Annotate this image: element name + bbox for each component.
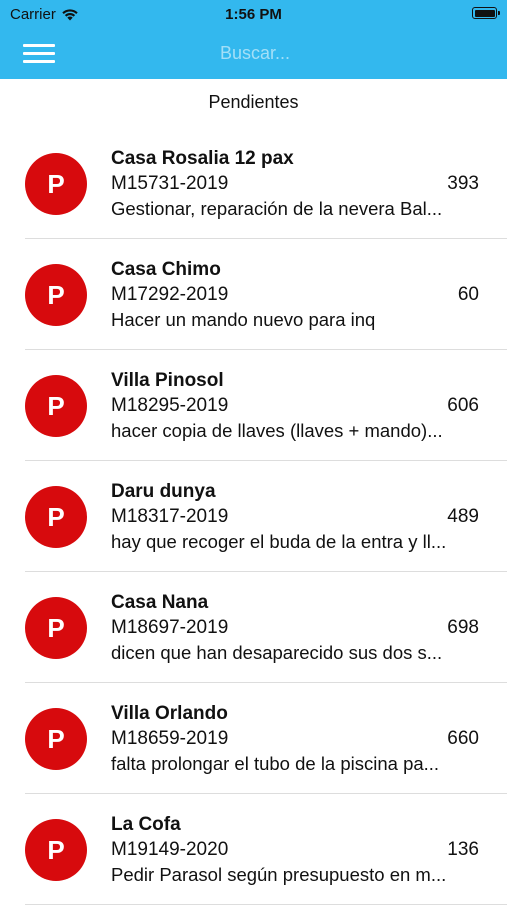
hamburger-menu-icon[interactable]: [23, 41, 55, 65]
item-code: M18295-2019: [111, 395, 229, 416]
item-title: Villa Pinosol: [111, 370, 224, 391]
item-code: M18697-2019: [111, 617, 229, 638]
avatar: P: [25, 153, 87, 215]
item-count: 489: [447, 506, 479, 527]
item-description: Pedir Parasol según presupuesto en m...: [111, 864, 447, 885]
avatar: P: [25, 486, 87, 548]
item-code: M18659-2019: [111, 728, 229, 749]
item-count: 60: [457, 284, 479, 305]
item-title: Casa Nana: [111, 592, 209, 613]
item-count: 606: [447, 395, 479, 416]
item-description: Hacer un mando nuevo para inq: [111, 309, 376, 330]
avatar: P: [25, 708, 87, 770]
item-title: Villa Orlando: [111, 703, 228, 724]
nav-bar: [0, 28, 507, 79]
clock: 1:56 PM: [225, 6, 282, 23]
avatar: P: [25, 597, 87, 659]
item-code: M18317-2019: [111, 506, 229, 527]
status-bar: Carrier 1:56 PM: [0, 0, 507, 28]
list-item[interactable]: P La Cofa M19149-2020 136 Pedir Parasol segú…: [0, 794, 507, 905]
item-title: La Cofa: [111, 814, 181, 835]
item-title: Daru dunya: [111, 481, 216, 502]
item-title: Casa Chimo: [111, 259, 221, 280]
item-description: hay que recoger el buda de la entra y ll…: [111, 531, 447, 552]
task-list: P Casa Rosalia 12 pax M15731-2019 393 Gestio…: [0, 128, 507, 905]
section-title: Pendientes: [208, 92, 299, 112]
list-item[interactable]: P Casa Rosalia 12 pax M15731-2019 393 Gestio…: [0, 128, 507, 239]
item-title: Casa Rosalia 12 pax: [111, 148, 294, 169]
item-count: 393: [447, 173, 479, 194]
item-description: dicen que han desaparecido sus dos s...: [111, 642, 443, 663]
item-count: 136: [447, 839, 479, 860]
battery-icon: [472, 7, 500, 19]
item-code: M15731-2019: [111, 173, 229, 194]
search-input[interactable]: [110, 37, 400, 69]
item-code: M19149-2020: [111, 839, 229, 860]
list-item[interactable]: P Villa Pinosol M18295-2019 606 hacer copia …: [0, 350, 507, 461]
item-description: falta prolongar el tubo de la piscina pa…: [111, 753, 440, 774]
avatar: P: [25, 819, 87, 881]
list-item[interactable]: P Villa Orlando M18659-2019 660 falta prolon…: [0, 683, 507, 794]
list-item[interactable]: P Daru dunya M18317-2019 489 hay que recoger…: [0, 461, 507, 572]
item-code: M17292-2019: [111, 284, 229, 305]
item-count: 660: [447, 728, 479, 749]
item-count: 698: [447, 617, 479, 638]
item-description: hacer copia de llaves (llaves + mando)..…: [111, 420, 443, 441]
avatar: P: [25, 375, 87, 437]
list-item[interactable]: P Casa Chimo M17292-2019 60 Hacer un mando n…: [0, 239, 507, 350]
list-item[interactable]: P Casa Nana M18697-2019 698 dicen que han de…: [0, 572, 507, 683]
avatar: P: [25, 264, 87, 326]
item-description: Gestionar, reparación de la nevera Bal..…: [111, 198, 443, 219]
